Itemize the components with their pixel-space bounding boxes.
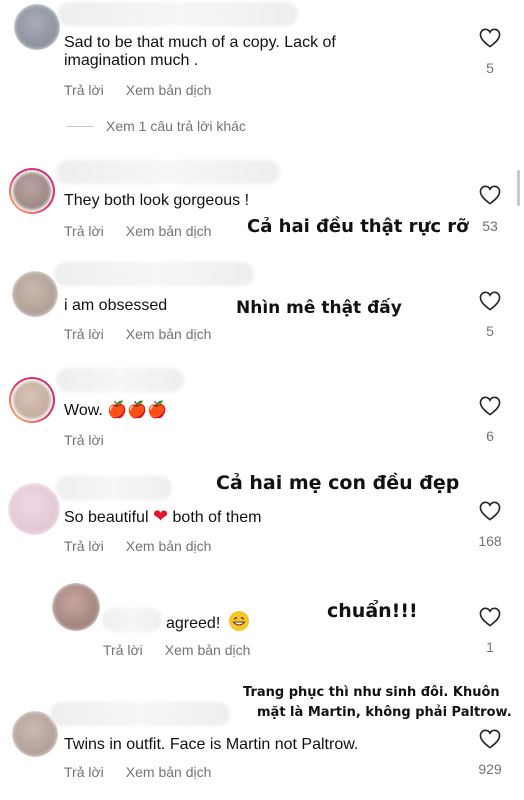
like-count: 1 [486, 639, 494, 655]
translation-overlay: chuẩn!!! [327, 600, 418, 622]
view-more-replies-label: Xem 1 câu trả lời khác [106, 118, 246, 134]
like-count: 5 [486, 60, 494, 76]
comment-text: Twins in outfit. Face is Martin not Palt… [64, 736, 359, 753]
comment-actions: Trả lời Xem bản dịch [64, 223, 233, 239]
comment-text-before: So beautiful [64, 509, 149, 526]
comment-actions: Trả lời Xem bản dịch [64, 538, 233, 554]
translate-button[interactable]: Xem bản dịch [126, 82, 212, 98]
username-blurred[interactable] [54, 262, 254, 286]
translation-overlay: Nhìn mê thật đấy [236, 298, 402, 318]
avatar[interactable] [52, 583, 100, 631]
heart-icon[interactable] [479, 729, 501, 749]
apple-emoji: 🍎🍎🍎 [107, 400, 168, 419]
heart-icon[interactable] [479, 501, 501, 521]
comment-text: Wow. 🍎🍎🍎 [64, 399, 167, 421]
translation-line: Trang phục thì như sinh đôi. Khuôn [243, 685, 500, 700]
comment-actions: Trả lời Xem bản dịch [64, 82, 233, 98]
reply-button[interactable]: Trả lời [64, 82, 104, 98]
avatar[interactable] [8, 483, 60, 535]
translation-line: mặt là Martin, không phải Paltrow. [257, 705, 512, 720]
comment-text: imagination much . [64, 52, 199, 69]
reply-button[interactable]: Trả lời [64, 538, 104, 554]
red-heart-emoji: ❤ [152, 506, 169, 527]
avatar[interactable] [14, 4, 60, 50]
divider [66, 125, 94, 127]
comment-text-main: Wow. [64, 402, 103, 419]
like-count: 5 [486, 323, 494, 339]
username-blurred[interactable] [56, 368, 184, 392]
heart-icon[interactable] [479, 28, 501, 48]
translation-overlay: Cả hai đều thật rực rỡ [247, 216, 469, 237]
translate-button[interactable]: Xem bản dịch [126, 764, 212, 780]
username-blurred[interactable] [50, 702, 230, 726]
username-blurred[interactable] [58, 2, 298, 26]
reply-button[interactable]: Trả lời [103, 642, 143, 658]
like-count: 929 [478, 761, 502, 777]
translate-button[interactable]: Xem bản dịch [165, 642, 251, 658]
translation-overlay: Trang phục thì như sinh đôi. Khuôn mặt l… [243, 683, 512, 723]
reply-button[interactable]: Trả lời [64, 223, 104, 239]
comment-actions: Trả lời [64, 432, 126, 448]
comment-text-after: both of them [172, 509, 262, 526]
like-count: 6 [486, 428, 494, 444]
like-count: 168 [478, 533, 502, 549]
translate-button[interactable]: Xem bản dịch [126, 223, 212, 239]
reply-button[interactable]: Trả lời [64, 432, 104, 448]
translate-button[interactable]: Xem bản dịch [126, 538, 212, 554]
like-count: 53 [482, 218, 498, 234]
username-blurred[interactable] [56, 160, 280, 184]
comment-text: So beautiful ❤ both of them [64, 506, 261, 528]
reply-button[interactable]: Trả lời [64, 764, 104, 780]
comment-actions: Trả lời Xem bản dịch [103, 642, 272, 658]
translation-overlay: Cả hai mẹ con đều đẹp [216, 472, 460, 494]
reply-button[interactable]: Trả lời [64, 326, 104, 342]
heart-icon[interactable] [479, 396, 501, 416]
comment-actions: Trả lời Xem bản dịch [64, 764, 233, 780]
heart-icon[interactable] [479, 607, 501, 627]
heart-icon[interactable] [479, 185, 501, 205]
grin-emoji-icon [228, 611, 249, 631]
avatar[interactable] [12, 271, 58, 317]
comment-text: i am obsessed [64, 297, 168, 314]
username-blurred[interactable] [102, 608, 162, 632]
comment-text: They both look gorgeous ! [64, 192, 250, 209]
comment-text: agreed! [166, 611, 249, 634]
translate-button[interactable]: Xem bản dịch [126, 326, 212, 342]
avatar[interactable] [9, 168, 55, 214]
scrollbar[interactable] [517, 170, 520, 206]
comment-actions: Trả lời Xem bản dịch [64, 326, 233, 342]
view-more-replies[interactable]: Xem 1 câu trả lời khác [66, 118, 246, 134]
username-blurred[interactable] [56, 476, 172, 500]
comment-text-main: agreed! [166, 615, 221, 632]
avatar[interactable] [9, 377, 55, 423]
heart-icon[interactable] [479, 291, 501, 311]
